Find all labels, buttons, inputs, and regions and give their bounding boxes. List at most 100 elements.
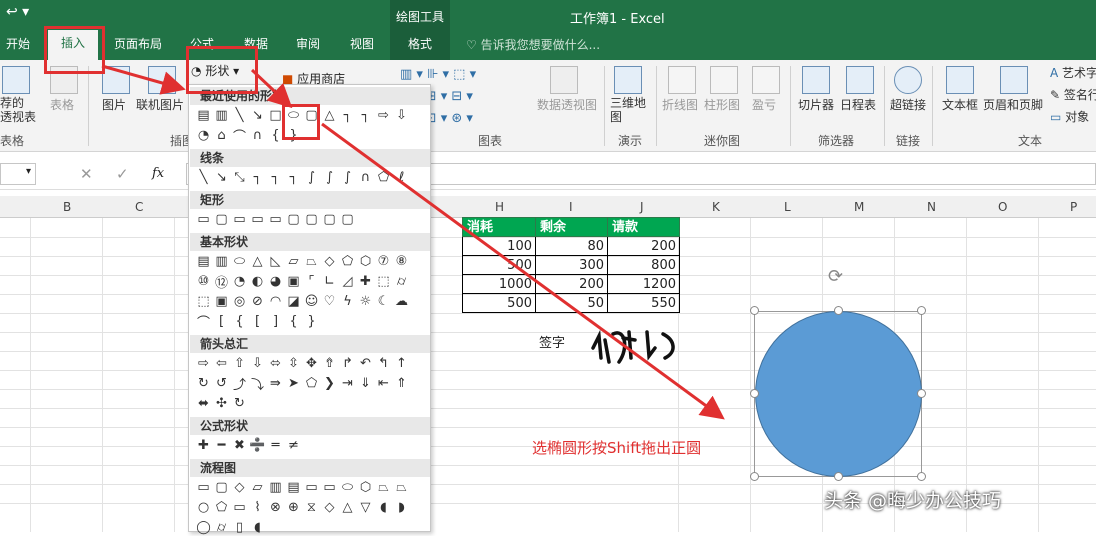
pentagon-arrow-icon[interactable]: ⬠ <box>303 375 320 392</box>
right-arrow-callout-icon[interactable]: ⇥ <box>339 375 356 392</box>
rounded-rectangle-icon[interactable]: ▢ <box>213 211 230 228</box>
cancel-icon[interactable]: ✕ <box>80 165 93 183</box>
table-cell[interactable]: 550 <box>607 294 680 313</box>
preparation-icon[interactable]: ⬡ <box>357 479 374 496</box>
manual-input-icon[interactable]: ⏢ <box>375 479 392 496</box>
not-equal-icon[interactable]: ≠ <box>285 437 302 454</box>
plus-icon[interactable]: ✚ <box>195 437 212 454</box>
donut-icon[interactable]: ◎ <box>231 293 248 310</box>
sparkline-line-icon[interactable] <box>668 66 696 94</box>
sequential-storage-icon[interactable]: ◯ <box>195 519 212 536</box>
elbow-arrow-icon[interactable]: ┐ <box>357 107 374 124</box>
down-arrow-icon[interactable]: ⇩ <box>249 355 266 372</box>
cube-icon[interactable]: ⬚ <box>195 293 212 310</box>
vertical-textbox-shape-icon[interactable]: ▥ <box>213 107 230 124</box>
rotate-handle-icon[interactable]: ⟳ <box>828 266 843 287</box>
right-arrow-shape-icon[interactable]: ⇨ <box>375 107 392 124</box>
triangle-icon[interactable]: △ <box>249 253 266 270</box>
left-right-callout-icon[interactable]: ⬌ <box>195 395 212 412</box>
pentagon-icon[interactable]: ⬠ <box>339 253 356 270</box>
half-frame-icon[interactable]: ⌜ <box>303 273 320 290</box>
internal-storage-icon[interactable]: ▤ <box>285 479 302 496</box>
double-bracket-icon[interactable]: [ <box>213 313 230 330</box>
hyperlink-icon[interactable] <box>894 66 922 94</box>
resize-handle[interactable] <box>750 389 759 398</box>
display-icon[interactable]: ◖ <box>249 519 266 536</box>
table-cell[interactable]: 50 <box>535 294 608 313</box>
stored-data-icon[interactable]: ◖ <box>375 499 392 516</box>
smiley-icon[interactable]: ☺ <box>303 293 320 310</box>
double-arrow-icon[interactable]: ⤡ <box>231 169 248 186</box>
dodecagon-icon[interactable]: ⑫ <box>213 273 230 291</box>
curved-arrow-icon[interactable]: ∫ <box>321 169 338 186</box>
frame-icon[interactable]: ▣ <box>285 273 302 290</box>
delay-icon[interactable]: ◗ <box>393 499 410 516</box>
right-bracket-icon[interactable]: ] <box>267 313 284 330</box>
merge-icon[interactable]: ▽ <box>357 499 374 516</box>
table-cell[interactable]: 800 <box>607 256 680 275</box>
undo-icon[interactable]: ↩ ▾ <box>6 4 29 20</box>
left-arrow-icon[interactable]: ⇦ <box>213 355 230 372</box>
object-button[interactable]: ▭ 对象 <box>1050 108 1089 125</box>
table-header-cell[interactable]: 请款 <box>607 217 680 237</box>
multidocument-icon[interactable]: ▭ <box>321 479 338 496</box>
decagon-icon[interactable]: ⑩ <box>195 273 212 290</box>
column-header[interactable]: M <box>854 200 864 214</box>
tab-review[interactable]: 审阅 <box>286 33 330 55</box>
left-brace-icon[interactable]: { <box>285 313 302 330</box>
3d-map-icon[interactable] <box>614 66 642 94</box>
down-arrow-callout-icon[interactable]: ⇓ <box>357 375 374 392</box>
column-header[interactable]: O <box>998 200 1007 214</box>
quad-arrow-callout-icon[interactable]: ✣ <box>213 395 230 412</box>
circular-arrow-icon[interactable]: ↻ <box>231 395 248 412</box>
left-up-arrow-icon[interactable]: ↰ <box>375 355 392 372</box>
summing-junction-icon[interactable]: ⊗ <box>267 499 284 516</box>
cross-icon[interactable]: ✚ <box>357 273 374 290</box>
pie-shape-icon[interactable]: ◔ <box>195 127 212 144</box>
terminator-icon[interactable]: ⬭ <box>339 479 356 496</box>
table-header-cell[interactable]: 消耗 <box>462 217 536 237</box>
manual-operation-icon[interactable]: ⏢ <box>393 479 410 496</box>
arrow-line-shape-icon[interactable]: ↘ <box>249 107 266 124</box>
pivot-table-icon[interactable] <box>2 66 30 94</box>
direct-storage-icon[interactable]: ▯ <box>231 519 248 536</box>
card-icon[interactable]: ▭ <box>231 499 248 516</box>
online-picture-icon[interactable] <box>148 66 176 94</box>
bent-up-arrow-icon[interactable]: ↑ <box>393 355 410 372</box>
resize-handle[interactable] <box>917 472 926 481</box>
curve-shape-icon[interactable]: ∩ <box>249 127 266 144</box>
predefined-process-icon[interactable]: ▥ <box>267 479 284 496</box>
resize-handle[interactable] <box>750 306 759 315</box>
down-arrow-shape-icon[interactable]: ⇩ <box>393 107 410 124</box>
wordart-button[interactable]: A 艺术字 <box>1050 64 1096 81</box>
pivot-chart-icon[interactable] <box>550 66 578 94</box>
plaque-icon[interactable]: ⬚ <box>375 273 392 290</box>
round-rectangle-icon[interactable]: ▢ <box>339 211 356 228</box>
left-arrow-callout-icon[interactable]: ⇤ <box>375 375 392 392</box>
table-cell[interactable]: 500 <box>462 256 536 275</box>
left-right-arrow-icon[interactable]: ⬄ <box>267 355 284 372</box>
sun-icon[interactable]: ☼ <box>357 293 374 310</box>
tab-format[interactable]: 格式 <box>398 33 442 55</box>
name-box[interactable]: ▾ <box>0 163 36 185</box>
l-shape-icon[interactable]: ∟ <box>321 273 338 290</box>
pie-icon[interactable]: ◔ <box>231 273 248 290</box>
decision-icon[interactable]: ◇ <box>231 479 248 496</box>
quad-arrow-icon[interactable]: ✥ <box>303 355 320 372</box>
alternate-process-icon[interactable]: ▢ <box>213 479 230 496</box>
enter-icon[interactable]: ✓ <box>116 165 129 183</box>
or-icon[interactable]: ⊕ <box>285 499 302 516</box>
resize-handle[interactable] <box>917 389 926 398</box>
left-bracket-icon[interactable]: [ <box>249 313 266 330</box>
notched-right-arrow-icon[interactable]: ➤ <box>285 375 302 392</box>
striped-right-arrow-icon[interactable]: ⇛ <box>267 375 284 392</box>
tab-home[interactable]: 开始 <box>0 33 36 55</box>
resize-handle[interactable] <box>917 306 926 315</box>
curved-up-arrow-icon[interactable]: ⤴ <box>231 375 248 393</box>
lightning-icon[interactable]: ϟ <box>339 293 356 310</box>
heart-icon[interactable]: ♡ <box>321 293 338 310</box>
table-cell[interactable]: 200 <box>607 237 680 256</box>
column-header[interactable]: N <box>927 200 936 214</box>
up-down-arrow-icon[interactable]: ⇳ <box>285 355 302 372</box>
curved-left-arrow-icon[interactable]: ↺ <box>213 375 230 392</box>
